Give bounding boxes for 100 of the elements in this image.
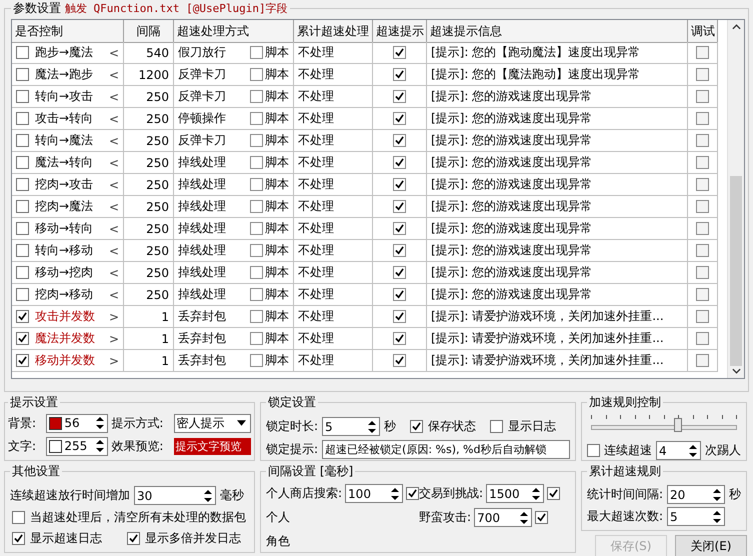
checkbox[interactable] xyxy=(250,200,263,213)
checkbox[interactable] xyxy=(127,532,140,545)
column-header[interactable]: 间隔 xyxy=(124,20,174,43)
checkbox[interactable] xyxy=(393,112,406,125)
column-header[interactable]: 累计超速处理 xyxy=(294,20,373,43)
checkbox[interactable] xyxy=(250,112,263,125)
checkbox[interactable] xyxy=(393,46,406,59)
checkbox[interactable] xyxy=(16,156,29,169)
count-field[interactable]: 4 xyxy=(656,441,701,460)
color-spin-field[interactable]: 255 xyxy=(46,436,108,456)
spinner-arrows-icon[interactable] xyxy=(94,414,106,432)
checkbox[interactable] xyxy=(250,354,263,367)
checkbox[interactable] xyxy=(696,68,709,81)
checkbox[interactable] xyxy=(696,178,709,191)
interval-field[interactable]: 100 xyxy=(345,484,404,503)
checkbox[interactable] xyxy=(16,288,29,301)
checkbox[interactable] xyxy=(410,420,424,433)
checkbox[interactable] xyxy=(250,310,263,323)
interval-field[interactable]: 700 xyxy=(474,508,532,527)
checkbox[interactable] xyxy=(696,112,709,125)
checkbox[interactable] xyxy=(250,288,263,301)
duration-field[interactable]: 5 xyxy=(322,417,380,436)
checkbox[interactable] xyxy=(16,244,29,257)
table-cell: [提示]: 您的【魔法跑动】速度出现异常 xyxy=(427,64,688,86)
mode-dropdown[interactable]: 密人提示 xyxy=(174,414,251,432)
checkbox[interactable] xyxy=(696,310,709,323)
checkbox[interactable] xyxy=(393,200,406,213)
checkbox[interactable] xyxy=(250,46,263,59)
checkbox[interactable] xyxy=(16,222,29,235)
column-header[interactable]: 调试 xyxy=(688,20,718,43)
checkbox[interactable] xyxy=(696,354,709,367)
checkbox[interactable] xyxy=(16,90,29,103)
spinner-arrows-icon[interactable] xyxy=(94,437,106,455)
checkbox[interactable] xyxy=(16,134,29,147)
dialog-button[interactable]: 关闭(E) xyxy=(675,535,747,556)
checkbox[interactable] xyxy=(393,354,406,367)
checkbox[interactable] xyxy=(393,266,406,279)
checkbox[interactable] xyxy=(16,178,29,191)
checkbox[interactable] xyxy=(12,532,25,545)
slider-thumb[interactable] xyxy=(674,418,682,432)
checkbox[interactable] xyxy=(696,90,709,103)
checkbox[interactable] xyxy=(16,200,29,213)
checkbox[interactable] xyxy=(393,332,406,345)
table-cell: 1 xyxy=(124,328,174,350)
checkbox[interactable] xyxy=(393,90,406,103)
checkbox[interactable] xyxy=(250,266,263,279)
checkbox[interactable] xyxy=(393,288,406,301)
checkbox[interactable] xyxy=(16,112,29,125)
checkbox[interactable] xyxy=(16,310,29,323)
checkbox[interactable] xyxy=(696,46,709,59)
checkbox[interactable] xyxy=(547,487,560,500)
checkbox[interactable] xyxy=(696,134,709,147)
checkbox[interactable] xyxy=(16,46,29,59)
lock-message-field[interactable]: 超速已经被锁定(原因: %s), %d秒后自动解锁 xyxy=(322,440,570,459)
checkbox[interactable] xyxy=(250,222,263,235)
checkbox[interactable] xyxy=(406,487,420,500)
column-header[interactable]: 超速提示 xyxy=(373,20,427,43)
checkbox[interactable] xyxy=(250,134,263,147)
checkbox[interactable] xyxy=(587,444,600,457)
checkbox[interactable] xyxy=(250,244,263,257)
checkbox[interactable] xyxy=(250,332,263,345)
checkbox[interactable] xyxy=(16,68,29,81)
checkbox[interactable] xyxy=(16,266,29,279)
checkbox[interactable] xyxy=(393,178,406,191)
number-field[interactable]: 5 xyxy=(667,507,726,526)
column-header[interactable]: 超速处理方式 xyxy=(174,20,294,43)
checkbox[interactable] xyxy=(393,156,406,169)
checkbox[interactable] xyxy=(696,200,709,213)
checkbox[interactable] xyxy=(696,266,709,279)
checkbox[interactable] xyxy=(250,68,263,81)
checkbox[interactable] xyxy=(12,511,25,524)
scroll-up-icon[interactable] xyxy=(732,24,740,30)
checkbox[interactable] xyxy=(250,90,263,103)
table-cell: 不处理 xyxy=(294,108,373,130)
scroll-down-icon[interactable] xyxy=(732,368,740,374)
checkbox[interactable] xyxy=(393,134,406,147)
checkbox[interactable] xyxy=(535,511,548,524)
checkbox[interactable] xyxy=(696,288,709,301)
checkbox[interactable] xyxy=(490,420,504,433)
checkbox[interactable] xyxy=(250,156,263,169)
checkbox[interactable] xyxy=(696,244,709,257)
number-field[interactable]: 20 xyxy=(667,485,725,504)
field-label: 提示方式: xyxy=(111,414,164,432)
scrollbar[interactable] xyxy=(727,20,744,378)
checkbox[interactable] xyxy=(696,222,709,235)
checkbox[interactable] xyxy=(393,222,406,235)
column-header[interactable]: 是否控制 xyxy=(12,20,124,43)
checkbox[interactable] xyxy=(16,332,29,345)
increase-field[interactable]: 30 xyxy=(134,486,216,505)
checkbox[interactable] xyxy=(250,178,263,191)
checkbox[interactable] xyxy=(696,156,709,169)
dropdown-icon[interactable] xyxy=(237,420,246,426)
column-header[interactable]: 超速提示信息 xyxy=(427,20,688,43)
interval-field[interactable]: 1500 xyxy=(486,484,544,503)
color-spin-field[interactable]: 56 xyxy=(46,414,108,432)
checkbox[interactable] xyxy=(16,354,29,367)
checkbox[interactable] xyxy=(393,68,406,81)
checkbox[interactable] xyxy=(696,332,709,345)
checkbox[interactable] xyxy=(393,244,406,257)
checkbox[interactable] xyxy=(393,310,406,323)
